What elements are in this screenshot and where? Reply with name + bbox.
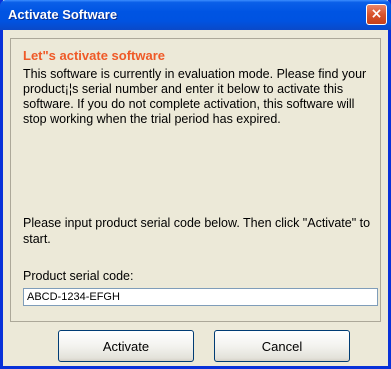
title-bar[interactable]: Activate Software × xyxy=(0,0,391,30)
close-icon: × xyxy=(370,6,383,22)
activation-panel: Let"s activate software This software is… xyxy=(10,38,381,322)
close-button[interactable]: × xyxy=(366,4,387,25)
activate-button[interactable]: Activate xyxy=(58,330,194,362)
cancel-button[interactable]: Cancel xyxy=(214,330,350,362)
window-title: Activate Software xyxy=(8,7,118,22)
serial-instruction: Please input product serial code below. … xyxy=(23,216,371,246)
serial-code-input[interactable] xyxy=(23,288,378,306)
panel-heading: Let"s activate software xyxy=(23,48,165,63)
serial-code-label: Product serial code: xyxy=(23,269,134,283)
activation-dialog: Activate Software × Let"s activate softw… xyxy=(0,0,391,369)
evaluation-description: This software is currently in evaluation… xyxy=(23,67,367,126)
